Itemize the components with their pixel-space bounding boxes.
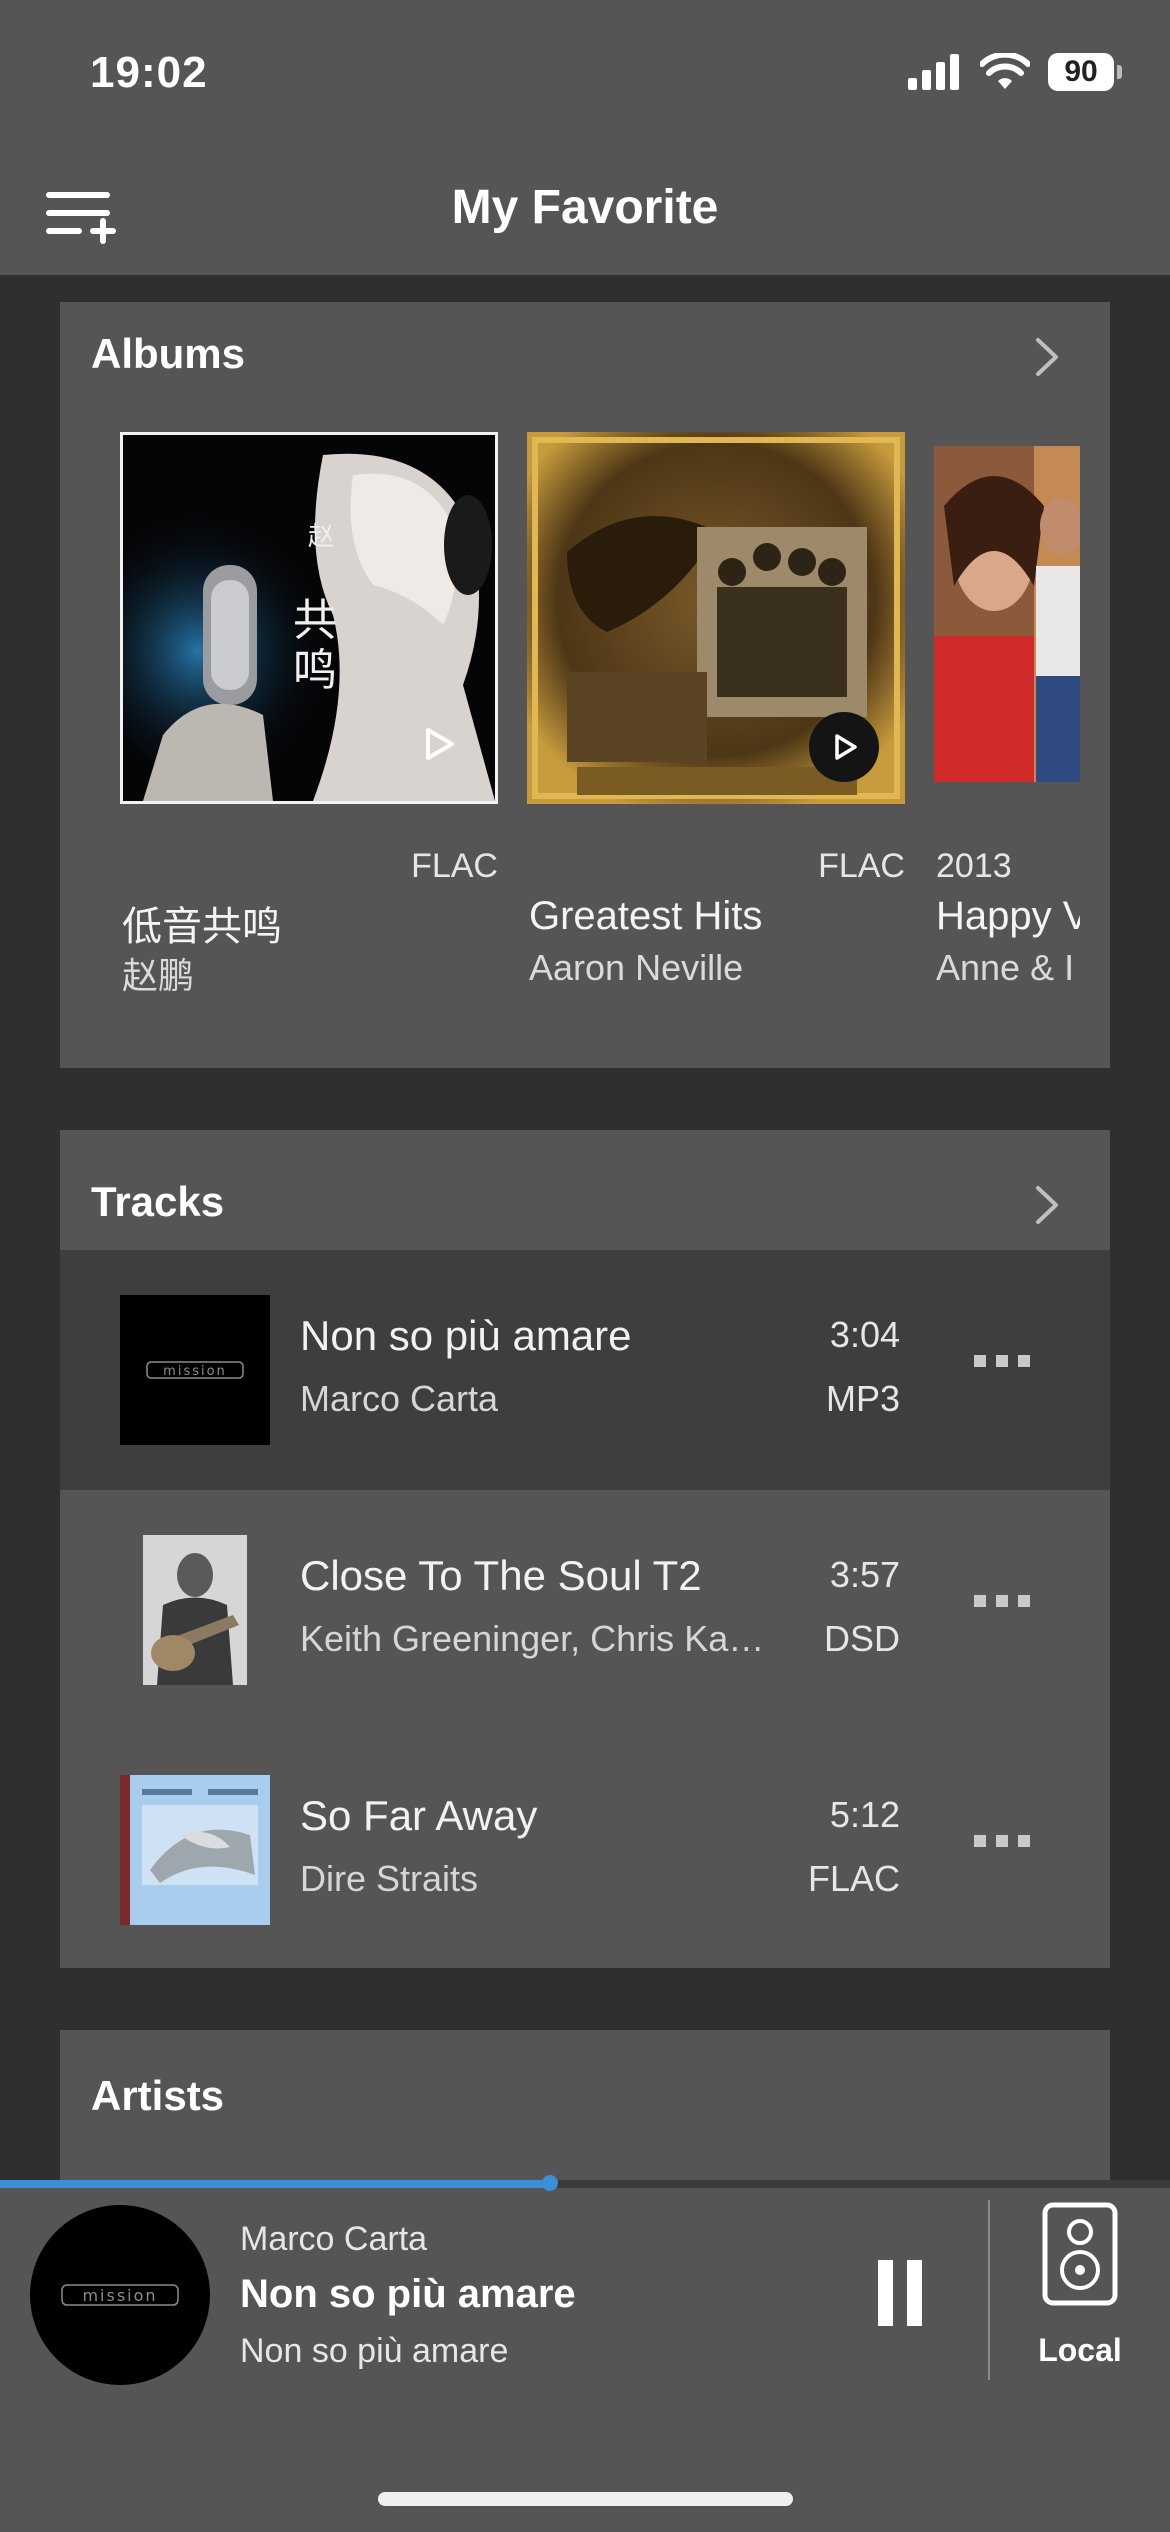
- track-format: DSD: [823, 1618, 900, 1659]
- now-playing-artist: Marco Carta: [240, 2220, 428, 2258]
- playback-progress-bar[interactable]: [0, 2175, 1170, 2191]
- output-device-label: Local: [1038, 2332, 1122, 2368]
- more-options-icon[interactable]: [974, 1595, 1030, 1607]
- svg-text:赵: 赵: [308, 522, 334, 552]
- playback-progress-knob[interactable]: [541, 2175, 558, 2191]
- album-play-button[interactable]: [403, 709, 473, 779]
- track-artist: Dire Straits: [300, 1858, 479, 1899]
- album-artist: Anne & I: [936, 947, 1075, 988]
- cellular-signal-icon: [908, 54, 959, 90]
- track-row[interactable]: So Far Away Dire Straits 5:12 FLAC: [60, 1730, 1110, 1970]
- album-artist: 赵鹏: [122, 955, 195, 996]
- album-artist: Aaron Neville: [529, 947, 744, 988]
- album-title: Greatest Hits: [529, 894, 763, 938]
- album-title: Happy V: [936, 894, 1090, 938]
- artists-section: Artists: [60, 2030, 1110, 2180]
- more-options-icon[interactable]: [974, 1355, 1030, 1367]
- now-playing-artwork[interactable]: mission: [30, 2205, 210, 2385]
- svg-text:mission: mission: [163, 1364, 227, 1379]
- albums-carousel[interactable]: 赵 共 鸣 FLAC 低音共鸣 赵鹏 FLAC Greatest Hits Aa…: [60, 302, 1110, 1068]
- album-year: 2013: [936, 847, 1012, 885]
- tracks-section: Tracks mission Non so più amare Marco Ca…: [60, 1130, 1110, 1968]
- now-playing-title: Non so più amare: [240, 2272, 576, 2316]
- track-format: MP3: [825, 1378, 900, 1419]
- now-playing-bar[interactable]: mission Marco Carta Non so più amare Non…: [0, 2175, 1170, 2532]
- track-format: FLAC: [807, 1858, 900, 1899]
- status-bar: 19:02 90: [0, 0, 1170, 150]
- wifi-icon: [980, 53, 1030, 89]
- svg-text:鸣: 鸣: [293, 645, 337, 696]
- album-format: FLAC: [818, 847, 905, 885]
- carousel-edge: [1080, 302, 1110, 1068]
- track-artwork: [120, 1775, 270, 1925]
- play-icon: [426, 728, 454, 760]
- track-title: So Far Away: [300, 1792, 538, 1839]
- pause-button[interactable]: [878, 2260, 922, 2326]
- track-row[interactable]: Close To The Soul T2 Keith Greeninger, C…: [60, 1490, 1110, 1730]
- track-artist: Marco Carta: [300, 1378, 499, 1419]
- track-duration: 3:57: [829, 1554, 900, 1595]
- artists-section-title: Artists: [91, 2072, 225, 2119]
- track-artwork: [143, 1535, 247, 1685]
- playback-progress-fill: [0, 2180, 550, 2188]
- track-artwork: mission: [120, 1295, 270, 1445]
- page-title: My Favorite: [451, 181, 719, 234]
- album-cover: 赵 共 鸣: [120, 432, 498, 804]
- track-duration: 5:12: [829, 1794, 900, 1835]
- now-playing-album: Non so più amare: [240, 2332, 509, 2370]
- nav-bar: My Favorite: [0, 150, 1170, 275]
- speaker-icon: [1042, 2202, 1118, 2306]
- status-icons: 90: [908, 50, 1122, 94]
- track-duration: 3:04: [829, 1314, 900, 1355]
- album-play-button[interactable]: [809, 712, 879, 782]
- track-row[interactable]: mission Non so più amare Marco Carta 3:0…: [60, 1250, 1110, 1490]
- more-options-icon[interactable]: [974, 1835, 1030, 1847]
- home-indicator: [378, 2492, 793, 2506]
- track-title: Non so più amare: [300, 1312, 632, 1359]
- tracks-section-title: Tracks: [91, 1178, 225, 1225]
- album-title: 低音共鸣: [122, 905, 282, 949]
- album-cover: [527, 432, 905, 804]
- svg-text:共: 共: [293, 595, 337, 646]
- svg-text:mission: mission: [82, 2286, 157, 2305]
- track-artist: Keith Greeninger, Chris Kamler: [300, 1618, 770, 1659]
- play-icon: [835, 734, 857, 760]
- battery-indicator: 90: [1048, 53, 1122, 91]
- albums-section: Albums 赵 共 鸣 FLAC 低音共鸣 赵鹏 FLAC Greatest …: [60, 302, 1110, 1068]
- tracks-more-chevron-icon[interactable]: [1032, 1182, 1062, 1228]
- album-format: FLAC: [411, 847, 498, 885]
- output-device-button[interactable]: Local: [1030, 2202, 1130, 2372]
- status-time: 19:02: [90, 48, 208, 97]
- track-title: Close To The Soul T2: [300, 1552, 702, 1599]
- player-divider: [988, 2200, 990, 2380]
